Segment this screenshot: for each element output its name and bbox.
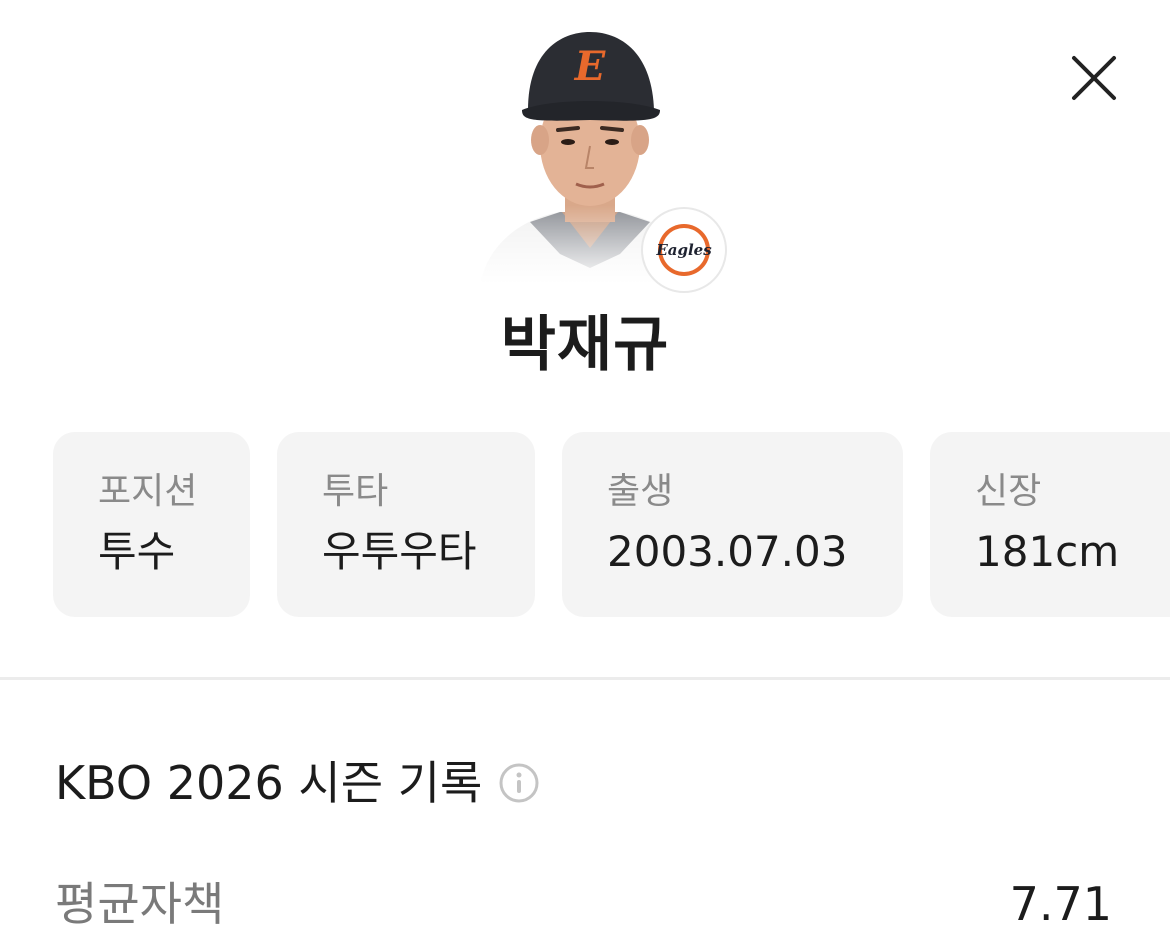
birth-value: 2003.07.03 — [607, 527, 848, 576]
season-title-text: KBO 2026 시즌 기록 — [55, 756, 483, 810]
bat-throw-card: 투타 우투우타 — [277, 432, 535, 617]
position-card: 포지션 투수 — [53, 432, 250, 617]
height-card: 신장 181cm — [930, 432, 1170, 617]
close-icon — [1072, 56, 1116, 100]
player-name: 박재규 — [500, 310, 670, 380]
player-detail-sheet: E Eagles 박재규 포지션 투수 투타 우투우타 출생 2003.07.0… — [0, 0, 1170, 950]
season-title: KBO 2026 시즌 기록 — [55, 752, 540, 814]
bat-throw-value: 우투우타 — [322, 527, 477, 576]
height-value: 181cm — [975, 527, 1120, 576]
bat-throw-label: 투타 — [322, 471, 389, 512]
position-value: 투수 — [98, 527, 176, 576]
team-logo: Eagles — [641, 207, 727, 293]
birth-label: 출생 — [607, 471, 674, 512]
birth-card: 출생 2003.07.03 — [562, 432, 903, 617]
info-icon[interactable] — [498, 762, 540, 804]
height-label: 신장 — [975, 471, 1042, 512]
close-button[interactable] — [1066, 50, 1122, 106]
era-value: 7.71 — [1009, 877, 1112, 931]
position-label: 포지션 — [98, 471, 198, 512]
team-logo-text: Eagles — [655, 241, 712, 259]
section-divider — [0, 677, 1170, 680]
era-label: 평균자책 — [55, 877, 225, 931]
